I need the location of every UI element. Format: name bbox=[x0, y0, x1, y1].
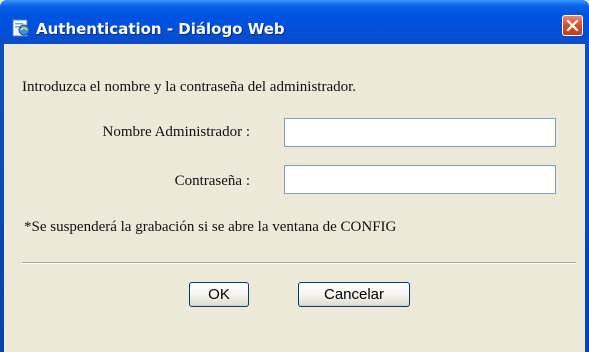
password-input[interactable] bbox=[284, 165, 556, 194]
close-x-icon bbox=[566, 19, 579, 32]
title-bar[interactable]: Authentication - Diálogo Web bbox=[0, 0, 589, 44]
admin-name-label: Nombre Administrador : bbox=[102, 124, 250, 140]
ie-page-icon bbox=[11, 19, 31, 37]
authentication-dialog-window: Authentication - Diálogo Web Introduzca … bbox=[0, 0, 589, 352]
instruction-text: Introduzca el nombre y la contraseña del… bbox=[22, 79, 357, 95]
ok-button[interactable]: OK bbox=[189, 282, 249, 307]
config-warning-note: *Se suspenderá la grabación si se abre l… bbox=[24, 219, 397, 235]
divider bbox=[22, 262, 576, 264]
password-label: Contraseña : bbox=[174, 173, 250, 189]
close-button[interactable] bbox=[562, 15, 583, 36]
dialog-body: Introduzca el nombre y la contraseña del… bbox=[4, 44, 585, 352]
admin-name-input[interactable] bbox=[284, 118, 556, 147]
window-title: Authentication - Diálogo Web bbox=[36, 20, 285, 38]
cancel-button[interactable]: Cancelar bbox=[298, 282, 410, 307]
